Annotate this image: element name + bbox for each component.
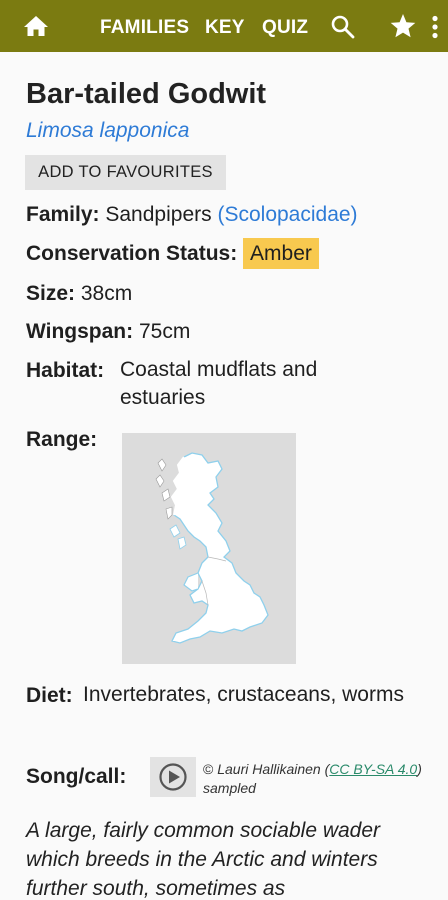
diet-label-row: Diet: [26,681,73,710]
habitat-label-row: Habitat: [26,356,104,385]
credit-author: Lauri Hallikainen [217,761,321,777]
conservation-row: Conservation Status: Amber [26,238,319,269]
wingspan-label: Wingspan: [26,320,134,343]
diet-value: Invertebrates, crustaceans, worms [83,683,404,706]
range-map[interactable] [122,433,296,664]
song-label: Song/call: [26,765,127,788]
nav-families[interactable]: FAMILIES [100,17,189,39]
star-icon[interactable] [389,12,417,40]
wingspan-row: Wingspan: 75cm [26,317,190,346]
license-link[interactable]: CC BY-SA 4.0 [329,761,417,777]
family-label: Family: [26,203,100,226]
add-to-favourites-button[interactable]: ADD TO FAVOURITES [25,155,226,190]
habitat-label: Habitat: [26,359,105,382]
nav-quiz[interactable]: QUIZ [262,17,308,39]
play-icon [159,763,187,791]
habitat-value: Coastal mudflats and estuaries [120,358,318,409]
more-vert-icon[interactable] [431,15,439,39]
family-link[interactable]: (Scolopacidae) [217,203,357,226]
species-common-name: Bar-tailed Godwit [26,78,267,110]
conservation-label: Conservation Status: [26,242,238,265]
range-label: Range: [26,428,98,451]
search-icon[interactable] [330,14,356,40]
family-value: Sandpipers [105,203,212,226]
size-label: Size: [26,282,76,305]
credit-license-close: ) [417,761,422,777]
range-map-graphic [155,452,269,644]
wingspan-value: 75cm [138,320,191,343]
species-description: A large, fairly common sociable wader wh… [26,819,381,900]
conservation-status-badge: Amber [243,238,319,269]
size-value: 38cm [80,282,133,305]
audio-credit: © Lauri Hallikainen (CC BY-SA 4.0) sampl… [203,760,433,798]
family-row: Family: Sandpipers (Scolopacidae) [26,200,358,229]
credit-suffix: sampled [203,780,256,796]
diet-label: Diet: [26,684,73,707]
species-scientific-name[interactable]: Limosa lapponica [26,119,189,143]
range-label-row: Range: [26,425,97,454]
app-toolbar: FAMILIES KEY QUIZ [0,0,448,52]
home-icon[interactable] [23,14,49,38]
play-call-button[interactable] [150,757,196,797]
copyright-symbol: © [203,761,214,777]
nav-key[interactable]: KEY [205,17,245,39]
size-row: Size: 38cm [26,279,132,308]
song-label-row: Song/call: [26,762,126,791]
